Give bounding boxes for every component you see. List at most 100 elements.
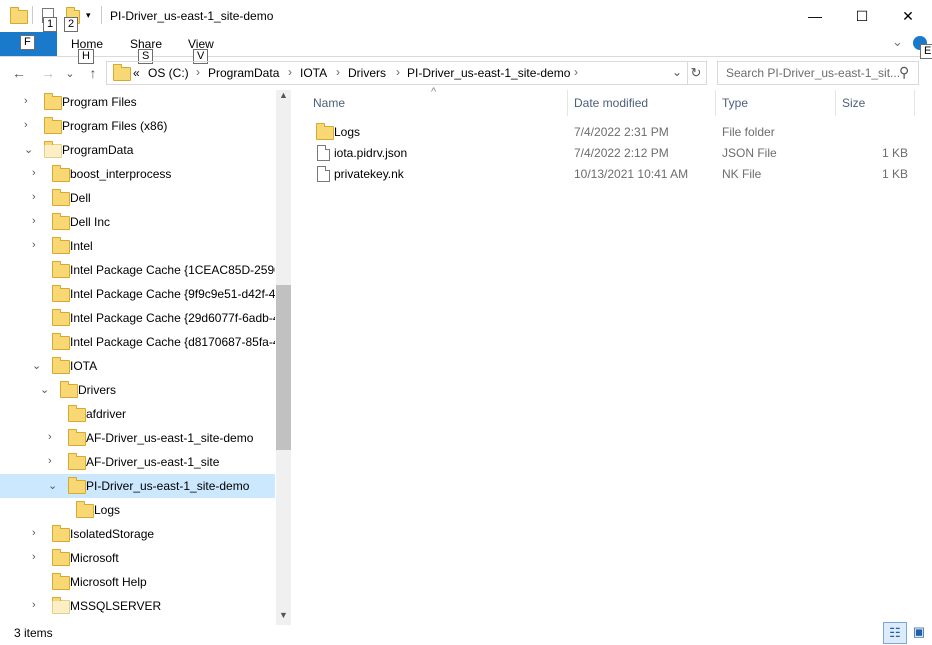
- chevron-right-icon[interactable]: ›: [32, 551, 36, 563]
- tree-item[interactable]: › boost_interprocess: [0, 162, 275, 186]
- chevron-right-icon[interactable]: ›: [574, 65, 578, 79]
- scroll-down-icon[interactable]: ▼: [279, 610, 288, 620]
- tree-item[interactable]: Intel Package Cache {9f9c9e51-d42f-44: [0, 282, 275, 306]
- tree-item-label: Intel Package Cache {9f9c9e51-d42f-44: [70, 287, 275, 301]
- folder-icon: [52, 285, 70, 302]
- up-button[interactable]: ↑: [82, 62, 104, 84]
- tree-item[interactable]: › MSSQLSERVER: [0, 594, 275, 618]
- file-row[interactable]: iota.pidrv.json 7/4/2022 2:12 PM JSON File…: [306, 142, 916, 163]
- column-divider[interactable]: [715, 90, 716, 116]
- maximize-button[interactable]: ☐: [839, 0, 885, 32]
- chevron-right-icon[interactable]: ›: [336, 65, 340, 79]
- breadcrumb-overflow[interactable]: «: [133, 66, 140, 80]
- breadcrumb-pi-driver[interactable]: PI-Driver_us-east-1_site-demo: [407, 66, 570, 80]
- tree-item[interactable]: ⌄ PI-Driver_us-east-1_site-demo: [0, 474, 275, 498]
- recent-locations-button[interactable]: ⌄: [62, 62, 78, 84]
- tree-item[interactable]: › AF-Driver_us-east-1_site-demo: [0, 426, 275, 450]
- qat-customize-icon[interactable]: ▾: [86, 10, 91, 21]
- back-button[interactable]: ←: [8, 62, 30, 84]
- breadcrumb-drivers[interactable]: Drivers: [348, 66, 386, 80]
- chevron-right-icon[interactable]: ›: [32, 599, 36, 611]
- tree-item-label: MSSQLSERVER: [70, 599, 162, 613]
- tree-item[interactable]: › Dell Inc: [0, 210, 275, 234]
- tree-item[interactable]: ⌄ Drivers: [0, 378, 275, 402]
- tree-item[interactable]: › IsolatedStorage: [0, 522, 275, 546]
- chevron-right-icon[interactable]: ›: [288, 65, 292, 79]
- forward-button[interactable]: →: [37, 62, 59, 84]
- folder-icon: [44, 93, 62, 110]
- navigation-pane[interactable]: › Program Files › Program Files (x86) ⌄ Progr…: [0, 90, 275, 625]
- tree-item[interactable]: › Microsoft: [0, 546, 275, 570]
- chevron-down-icon[interactable]: ⌄: [24, 143, 33, 156]
- tree-item[interactable]: Logs: [0, 498, 275, 522]
- tree-item-label: Intel Package Cache {d8170687-85fa-47: [70, 335, 275, 349]
- file-row[interactable]: Logs 7/4/2022 2:31 PM File folder: [306, 121, 916, 142]
- file-type: NK File: [722, 167, 762, 181]
- chevron-down-icon[interactable]: ⌄: [48, 479, 57, 492]
- chevron-right-icon[interactable]: ›: [32, 191, 36, 203]
- folder-icon: [52, 549, 70, 566]
- tree-item[interactable]: › AF-Driver_us-east-1_site: [0, 450, 275, 474]
- file-name: iota.pidrv.json: [334, 146, 408, 160]
- chevron-right-icon[interactable]: ›: [48, 431, 52, 443]
- keytip-file: F: [20, 35, 35, 50]
- chevron-down-icon[interactable]: ⌄: [32, 359, 41, 372]
- tree-item[interactable]: Intel Package Cache {1CEAC85D-2590-4: [0, 258, 275, 282]
- chevron-right-icon[interactable]: ›: [24, 95, 28, 107]
- chevron-right-icon[interactable]: ›: [32, 167, 36, 179]
- keytip-help: E: [920, 44, 932, 59]
- column-header-name[interactable]: Name: [313, 96, 345, 110]
- tree-item[interactable]: ⌄ IOTA: [0, 354, 275, 378]
- address-bar[interactable]: « OS (C:) › ProgramData › IOTA › Drivers…: [106, 61, 688, 85]
- tree-item[interactable]: afdriver: [0, 402, 275, 426]
- chevron-right-icon[interactable]: ›: [24, 119, 28, 131]
- folder-icon: [52, 309, 70, 326]
- column-divider[interactable]: [914, 90, 915, 116]
- chevron-right-icon[interactable]: ›: [196, 65, 200, 79]
- tree-item[interactable]: ⌄ ProgramData: [0, 138, 275, 162]
- folder-icon: [10, 7, 28, 24]
- breadcrumb-iota[interactable]: IOTA: [300, 66, 327, 80]
- tab-file[interactable]: F: [0, 32, 57, 56]
- refresh-button[interactable]: ↻: [686, 61, 707, 85]
- column-divider[interactable]: [567, 90, 568, 116]
- close-button[interactable]: ✕: [885, 0, 931, 32]
- chevron-down-icon[interactable]: ⌄: [40, 383, 49, 396]
- folder-icon: [316, 123, 334, 140]
- folder-icon: [44, 117, 62, 134]
- breadcrumb-os-c[interactable]: OS (C:): [148, 66, 189, 80]
- tree-item[interactable]: Microsoft Help: [0, 570, 275, 594]
- tree-item[interactable]: Intel Package Cache {d8170687-85fa-47: [0, 330, 275, 354]
- ribbon-expand-icon[interactable]: ⌄: [892, 34, 903, 50]
- tree-item[interactable]: › Program Files (x86): [0, 114, 275, 138]
- chevron-right-icon[interactable]: ›: [32, 527, 36, 539]
- folder-icon: [52, 357, 70, 374]
- column-divider[interactable]: [835, 90, 836, 116]
- tree-scroll-thumb[interactable]: [276, 285, 291, 450]
- chevron-right-icon[interactable]: ›: [48, 455, 52, 467]
- search-input[interactable]: Search PI-Driver_us-east-1_sit... ⚲: [717, 61, 919, 85]
- tree-item-label: Microsoft Help: [70, 575, 147, 589]
- search-icon[interactable]: ⚲: [899, 64, 909, 81]
- chevron-right-icon[interactable]: ›: [32, 215, 36, 227]
- column-header-size[interactable]: Size: [842, 96, 865, 110]
- file-row[interactable]: privatekey.nk 10/13/2021 10:41 AM NK File 1…: [306, 163, 916, 184]
- large-icons-view-button[interactable]: ▣: [908, 622, 930, 642]
- chevron-right-icon[interactable]: ›: [32, 239, 36, 251]
- address-dropdown-icon[interactable]: ⌄: [672, 65, 682, 79]
- sort-ascending-icon: ^: [431, 86, 437, 98]
- minimize-button[interactable]: —: [792, 0, 838, 32]
- scroll-up-icon[interactable]: ▲: [279, 90, 288, 100]
- chevron-right-icon[interactable]: ›: [396, 65, 400, 79]
- tree-item-label: Drivers: [78, 383, 116, 397]
- column-header-date-modified[interactable]: Date modified: [574, 96, 648, 110]
- column-header-type[interactable]: Type: [722, 96, 748, 110]
- details-view-button[interactable]: ☷: [883, 622, 907, 644]
- tree-item-label: Intel: [70, 239, 93, 253]
- tree-item[interactable]: › Dell: [0, 186, 275, 210]
- tree-item[interactable]: › Intel: [0, 234, 275, 258]
- tree-item-label: Dell Inc: [70, 215, 111, 229]
- tree-item[interactable]: › Program Files: [0, 90, 275, 114]
- tree-item[interactable]: Intel Package Cache {29d6077f-6adb-42: [0, 306, 275, 330]
- breadcrumb-programdata[interactable]: ProgramData: [208, 66, 279, 80]
